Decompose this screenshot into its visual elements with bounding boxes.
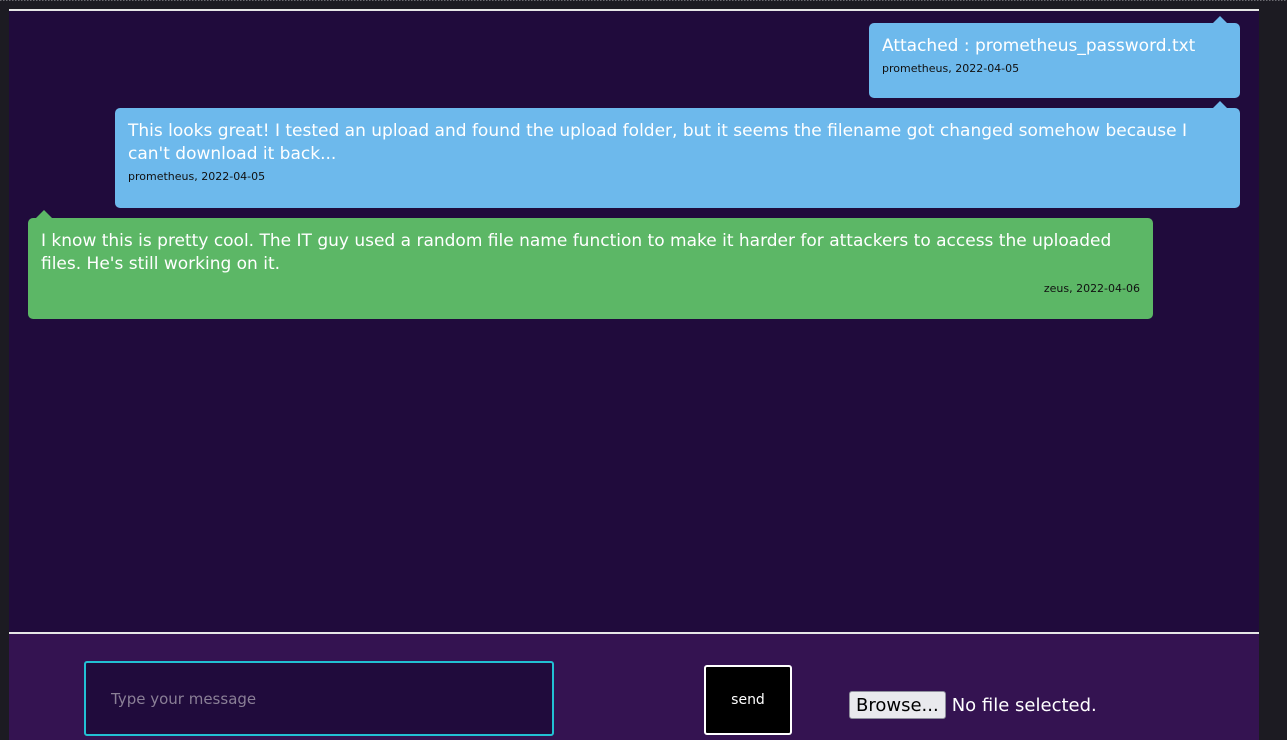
message-text[interactable]: Attached : prometheus_password.txt (882, 35, 1227, 58)
chat-area[interactable]: Attached : prometheus_password.txt prome… (9, 9, 1259, 632)
message-meta: prometheus, 2022-04-05 (882, 62, 1020, 75)
file-status: No file selected. (951, 694, 1097, 716)
file-picker: Browse... No file selected. (849, 691, 1097, 719)
message-input[interactable] (84, 661, 554, 736)
message-bubble: Attached : prometheus_password.txt prome… (869, 23, 1240, 98)
message-text: This looks great! I tested an upload and… (128, 121, 1187, 164)
composer-bar: send Browse... No file selected. (9, 632, 1259, 740)
message-bubble: This looks great! I tested an upload and… (115, 108, 1240, 208)
message-bubble: I know this is pretty cool. The IT guy u… (28, 218, 1153, 319)
message-text: I know this is pretty cool. The IT guy u… (41, 231, 1112, 274)
message-meta: zeus, 2022-04-06 (1043, 282, 1140, 295)
browse-button[interactable]: Browse... (849, 691, 946, 719)
send-button[interactable]: send (704, 665, 792, 735)
message-meta: prometheus, 2022-04-05 (128, 170, 266, 183)
top-border (0, 0, 1287, 2)
bubble-tail (36, 210, 52, 218)
